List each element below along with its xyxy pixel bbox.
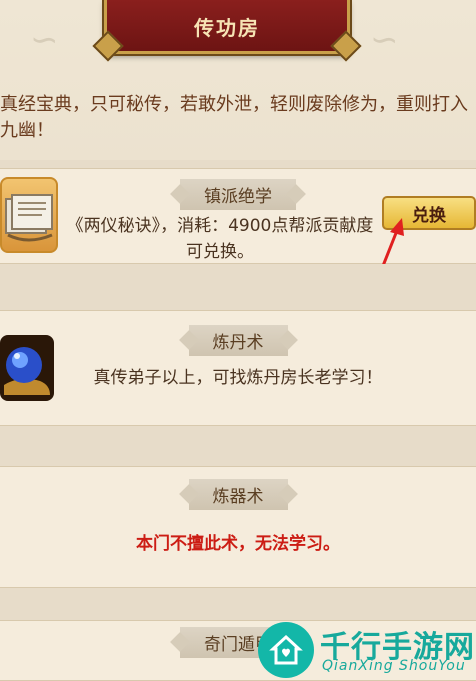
skill-header: 炼器术 xyxy=(0,478,476,510)
watermark-subtitle: QianXing ShouYou xyxy=(322,658,466,674)
skill-card-liandan: 炼丹术 真传弟子以上，可找炼丹房长老学习！ xyxy=(0,310,476,426)
watermark-house-icon xyxy=(258,622,314,678)
skill-header: 炼丹术 xyxy=(0,324,476,356)
skill-title: 炼器术 xyxy=(188,478,288,510)
skill-description: 本门不擅此术，无法学习。 xyxy=(136,534,340,554)
skill-title: 炼丹术 xyxy=(188,324,288,356)
skill-title: 镇派绝学 xyxy=(180,178,296,210)
cloud-ornament-left: ∽ xyxy=(30,20,59,60)
card-gap xyxy=(0,588,476,620)
card-gap xyxy=(0,264,476,310)
skill-description: 真传弟子以上，可找炼丹房长老学习！ xyxy=(93,368,383,388)
cloud-ornament-right: ∽ xyxy=(370,20,399,60)
title-plaque: 传功房 xyxy=(104,0,350,54)
skill-card-lianqi: 炼器术 本门不擅此术，无法学习。 xyxy=(0,466,476,588)
page-title: 传功房 xyxy=(194,16,260,40)
intro-text: 真经宝典，只可秘传，若敢外泄，轻则废除修为，重则打入九幽！ xyxy=(0,94,468,141)
card-gap xyxy=(0,426,476,466)
